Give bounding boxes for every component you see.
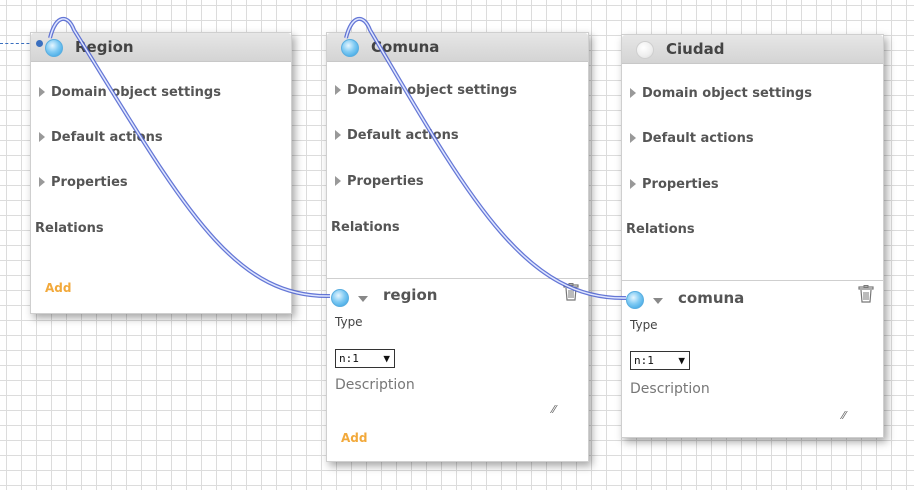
type-label: Type (630, 318, 658, 332)
entity-box-comuna[interactable]: Comuna Domain object settings Default ac… (326, 32, 589, 462)
gray-orb-icon[interactable] (636, 41, 654, 59)
section-properties[interactable]: Properties (39, 175, 128, 190)
chevron-down-icon[interactable] (358, 296, 368, 302)
entity-box-ciudad[interactable]: Ciudad Domain object settings Default ac… (621, 34, 884, 438)
relations-label: Relations (331, 220, 400, 235)
triangle-right-icon (630, 88, 636, 98)
description-textarea[interactable]: Description (630, 381, 710, 397)
add-relation-link[interactable]: Add (45, 281, 71, 295)
triangle-right-icon (335, 130, 341, 140)
section-properties[interactable]: Properties (335, 174, 424, 189)
section-default-actions[interactable]: Default actions (630, 131, 754, 146)
divider (622, 280, 883, 281)
resize-handle-icon[interactable]: ⁄⁄ (842, 409, 846, 422)
relation-name[interactable]: region (383, 286, 437, 304)
section-default-actions[interactable]: Default actions (39, 130, 163, 145)
triangle-right-icon (630, 179, 636, 189)
triangle-right-icon (39, 132, 45, 142)
type-select[interactable]: n:1 ▼ (335, 349, 395, 368)
resize-handle-icon[interactable]: ⁄⁄ (552, 403, 556, 416)
connector-endpoint-dot[interactable] (36, 40, 43, 47)
section-domain-object-settings[interactable]: Domain object settings (335, 83, 517, 98)
add-relation-link[interactable]: Add (341, 431, 367, 445)
entity-header[interactable]: Region (31, 33, 291, 62)
relations-label: Relations (35, 221, 104, 236)
divider (327, 278, 588, 279)
dropdown-arrow-icon: ▼ (678, 354, 685, 367)
entity-title: Ciudad (666, 40, 725, 58)
triangle-right-icon (39, 87, 45, 97)
blue-orb-icon[interactable] (626, 291, 644, 309)
chevron-down-icon[interactable] (653, 298, 663, 304)
trash-icon[interactable] (563, 283, 579, 301)
triangle-right-icon (335, 85, 341, 95)
diagram-canvas[interactable]: Region Domain object settings Default ac… (0, 0, 914, 490)
section-domain-object-settings[interactable]: Domain object settings (630, 86, 812, 101)
dropdown-arrow-icon: ▼ (383, 352, 390, 365)
blue-orb-icon[interactable] (45, 39, 63, 57)
entity-header[interactable]: Ciudad (622, 35, 883, 64)
triangle-right-icon (335, 176, 341, 186)
trash-icon[interactable] (858, 285, 874, 303)
type-select[interactable]: n:1 ▼ (630, 351, 690, 370)
section-properties[interactable]: Properties (630, 177, 719, 192)
triangle-right-icon (39, 177, 45, 187)
relations-label: Relations (626, 222, 695, 237)
section-default-actions[interactable]: Default actions (335, 128, 459, 143)
entity-title: Comuna (371, 38, 440, 56)
relation-name[interactable]: comuna (678, 289, 744, 307)
section-domain-object-settings[interactable]: Domain object settings (39, 85, 221, 100)
entity-title: Region (75, 38, 134, 56)
entity-box-region[interactable]: Region Domain object settings Default ac… (30, 32, 292, 314)
triangle-right-icon (630, 133, 636, 143)
blue-orb-icon[interactable] (341, 39, 359, 57)
blue-orb-icon[interactable] (331, 289, 349, 307)
type-label: Type (335, 315, 363, 329)
entity-header[interactable]: Comuna (327, 33, 588, 62)
description-textarea[interactable]: Description (335, 377, 415, 393)
